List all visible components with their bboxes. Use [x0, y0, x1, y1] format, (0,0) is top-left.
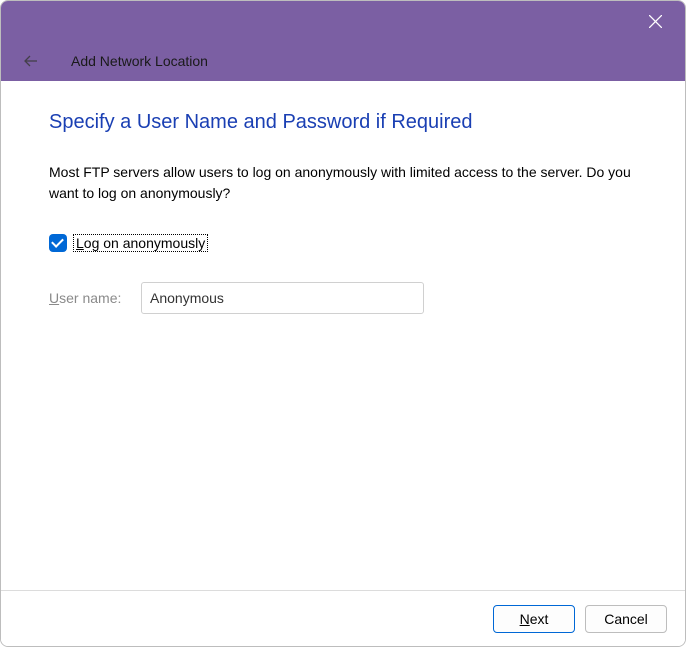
- anonymous-checkbox[interactable]: [49, 234, 67, 252]
- close-icon[interactable]: [633, 6, 677, 36]
- page-heading: Specify a User Name and Password if Requ…: [49, 111, 637, 134]
- header-row: Add Network Location: [1, 41, 685, 81]
- page-description: Most FTP servers allow users to log on a…: [49, 162, 637, 204]
- titlebar: [1, 1, 685, 41]
- footer: Next Cancel: [1, 590, 685, 646]
- anonymous-checkbox-label[interactable]: Log on anonymously: [73, 234, 208, 252]
- wizard-window: Add Network Location Specify a User Name…: [0, 0, 686, 647]
- wizard-title: Add Network Location: [71, 53, 208, 69]
- content-area: Specify a User Name and Password if Requ…: [1, 81, 685, 590]
- next-button[interactable]: Next: [493, 605, 575, 633]
- username-row: User name:: [49, 282, 637, 314]
- username-label: User name:: [49, 290, 141, 306]
- cancel-button[interactable]: Cancel: [585, 605, 667, 633]
- anonymous-checkbox-row: Log on anonymously: [49, 234, 637, 252]
- back-arrow-icon[interactable]: [15, 45, 47, 77]
- username-input[interactable]: [141, 282, 424, 314]
